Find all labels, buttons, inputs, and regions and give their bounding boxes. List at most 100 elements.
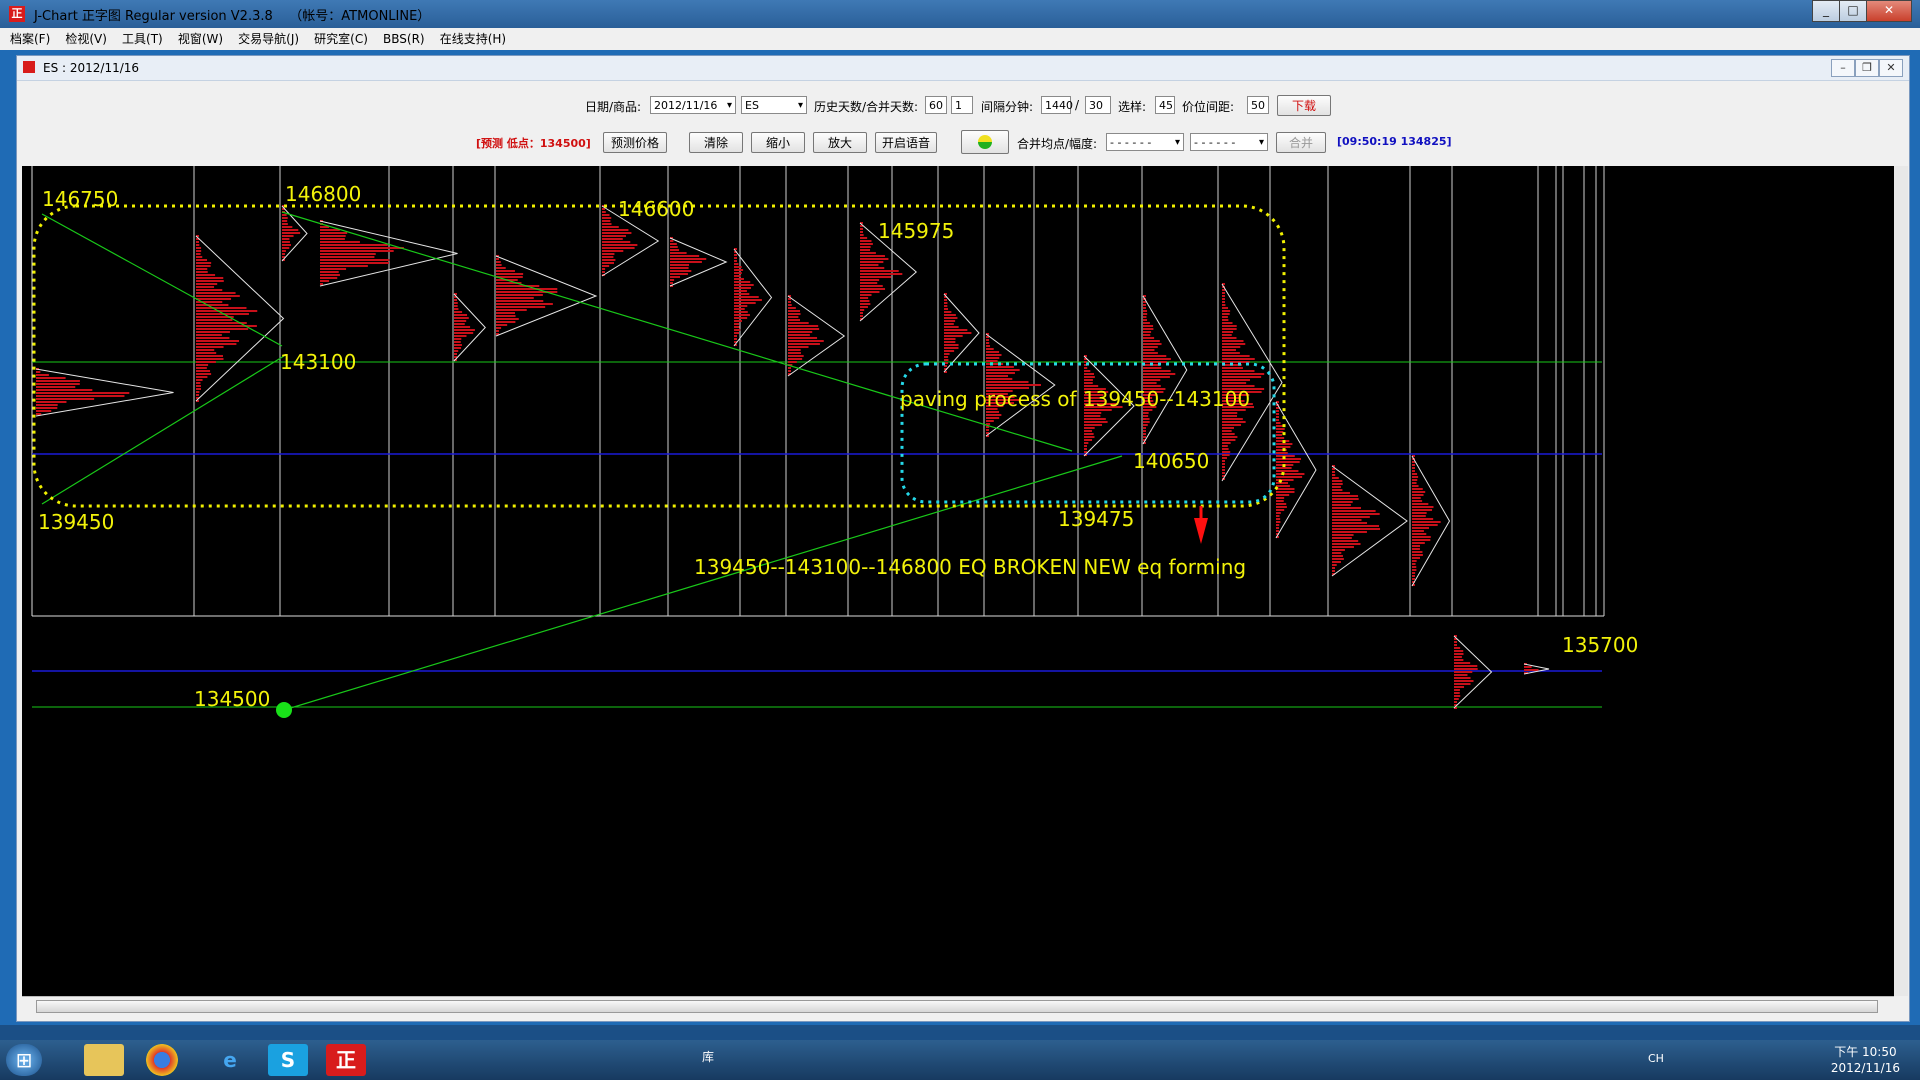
download-button[interactable]: 下载 (1277, 95, 1331, 116)
merge-button[interactable]: 合并 (1276, 132, 1326, 153)
interval-input-2[interactable]: 30 (1085, 96, 1111, 114)
forecast-price-button[interactable]: 预测价格 (603, 132, 667, 153)
menu-trade-nav[interactable]: 交易导航(J) (238, 32, 299, 46)
price-annotations: 146750 146800 146600 145975 143100 13945… (38, 182, 1638, 711)
date-combo[interactable]: 2012/11/16 (650, 96, 736, 115)
price-profile (1275, 401, 1317, 539)
window-titlebar: 正 J-Chart 正字图 Regular version V2.3.8 （帐号… (0, 0, 1920, 28)
history-label: 历史天数/合并天数: (814, 100, 919, 114)
zoom-out-button[interactable]: 缩小 (751, 132, 805, 153)
window-title: J-Chart 正字图 Regular version V2.3.8 （帐号：A… (34, 5, 430, 24)
label-146600: 146600 (618, 197, 694, 221)
merge-days-input[interactable]: 1 (951, 96, 973, 114)
chart-window-title: ES : 2012/11/16 (43, 61, 140, 75)
profile-outline (195, 235, 285, 402)
chart-window-titlebar: ES : 2012/11/16 – ❐ ✕ (17, 56, 1909, 81)
minimize-icon[interactable]: _ (1812, 0, 1840, 22)
merge-avg-label: 合并均点/幅度: (1017, 137, 1098, 151)
chrome-icon[interactable] (146, 1044, 178, 1076)
price-profile (281, 205, 308, 262)
status-time-text: [09:50:19 134825] (1337, 135, 1452, 148)
label-135700: 135700 (1562, 633, 1638, 657)
child-close-icon[interactable]: ✕ (1879, 59, 1903, 77)
clear-button[interactable]: 清除 (689, 132, 743, 153)
select-input[interactable]: 45 (1155, 96, 1175, 114)
eq-note: 139450--143100--146800 EQ BROKEN NEW eq … (694, 555, 1246, 579)
window-title-text: J-Chart 正字图 Regular version V2.3.8 (34, 9, 273, 24)
interval-slash: / (1075, 98, 1080, 112)
jchart-taskbar-icon[interactable]: 正 (326, 1044, 366, 1076)
taskbar: ⊞ e S 正 库 CH 下午 10:50 2012/11/16 (0, 1040, 1920, 1080)
price-profile (787, 295, 846, 377)
paving-note: paving process of 139450--143100 (900, 387, 1250, 411)
forecast-low-text: [预测 低点：134500] (476, 137, 591, 150)
price-profile (669, 237, 728, 287)
label-146750: 146750 (42, 187, 118, 211)
price-profile (1523, 663, 1550, 675)
app-icon: 正 (9, 6, 25, 22)
start-button-icon[interactable]: ⊞ (6, 1044, 42, 1076)
maximize-icon[interactable]: □ (1839, 0, 1867, 22)
voice-button[interactable]: 开启语音 (875, 132, 937, 153)
menu-tools[interactable]: 工具(T) (122, 32, 163, 46)
menu-support[interactable]: 在线支持(H) (440, 32, 506, 46)
interval-input[interactable]: 1440 (1041, 96, 1073, 114)
price-gap-input[interactable]: 50 (1247, 96, 1269, 114)
horizontal-scrollbar[interactable] (22, 996, 1894, 1015)
skype-icon[interactable]: S (268, 1044, 308, 1076)
menu-bar: 档案(F) 检视(V) 工具(T) 视窗(W) 交易导航(J) 研究室(C) B… (0, 28, 1920, 51)
symbol-combo[interactable]: ES (741, 96, 807, 115)
select-label: 选样: (1118, 100, 1147, 114)
trend-line-4 (283, 455, 1123, 711)
child-restore-icon[interactable]: ❐ (1855, 59, 1879, 77)
system-clock[interactable]: 下午 10:50 2012/11/16 (1831, 1044, 1900, 1076)
price-profile (1142, 295, 1188, 445)
label-140650: 140650 (1133, 449, 1209, 473)
history-days-input[interactable]: 60 (925, 96, 947, 114)
trend-line-2 (41, 355, 285, 505)
price-profile (1453, 635, 1493, 709)
account-text: （帐号：ATMONLINE） (289, 9, 431, 24)
price-profile (1411, 455, 1451, 587)
label-139475: 139475 (1058, 507, 1134, 531)
chart-canvas[interactable]: 146750 146800 146600 145975 143100 13945… (22, 166, 1894, 996)
price-profile (195, 235, 285, 402)
date-label: 日期/商品: (585, 100, 642, 114)
clock-date: 2012/11/16 (1830, 1061, 1900, 1075)
menu-window[interactable]: 视窗(W) (178, 32, 223, 46)
low-point-marker (276, 702, 292, 718)
label-139450: 139450 (38, 510, 114, 534)
price-profile (453, 293, 486, 362)
label-145975: 145975 (878, 219, 954, 243)
chart-area[interactable]: 146750 146800 146600 145975 143100 13945… (22, 166, 1894, 996)
price-profile (985, 333, 1056, 437)
status-light-button[interactable] (961, 130, 1009, 154)
close-icon[interactable]: ✕ (1866, 0, 1912, 22)
library-toolbar-label[interactable]: 库 (702, 1048, 714, 1065)
label-146800: 146800 (285, 182, 361, 206)
merge-avg-combo[interactable]: - - - - - - (1106, 133, 1184, 152)
child-minimize-icon[interactable]: – (1831, 59, 1855, 77)
interval-label: 间隔分钟: (981, 100, 1034, 114)
label-143100: 143100 (280, 350, 356, 374)
price-profile (943, 293, 980, 373)
price-profile (1331, 465, 1408, 577)
merge-range-combo[interactable]: - - - - - - (1190, 133, 1268, 152)
price-gap-label: 价位间距: (1182, 100, 1235, 114)
status-light-icon (978, 135, 992, 149)
price-profile (35, 368, 174, 417)
ie-icon[interactable]: e (210, 1044, 250, 1076)
menu-research[interactable]: 研究室(C) (314, 32, 368, 46)
label-134500: 134500 (194, 687, 270, 711)
ime-indicator[interactable]: CH (1648, 1052, 1664, 1065)
level-lines (32, 361, 1602, 708)
scroll-thumb[interactable] (36, 1000, 1878, 1013)
vertical-scrollbar[interactable] (1894, 166, 1908, 996)
price-profile (495, 255, 598, 337)
zoom-in-button[interactable]: 放大 (813, 132, 867, 153)
trend-line-1 (41, 213, 283, 347)
explorer-icon[interactable] (84, 1044, 124, 1076)
menu-view[interactable]: 检视(V) (65, 32, 107, 46)
menu-file[interactable]: 档案(F) (10, 32, 50, 46)
menu-bbs[interactable]: BBS(R) (383, 32, 425, 46)
